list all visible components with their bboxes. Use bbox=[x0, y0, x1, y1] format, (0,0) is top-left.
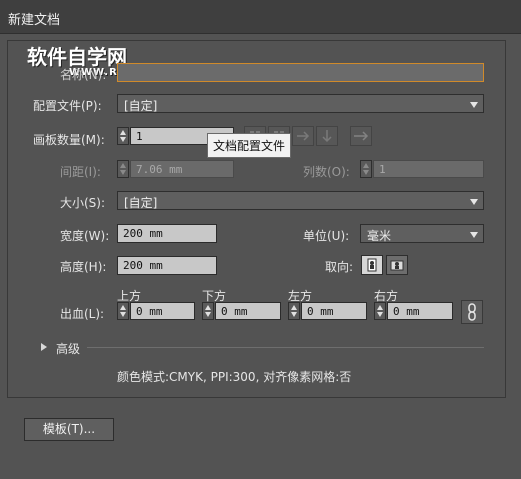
landscape-icon bbox=[390, 260, 404, 271]
units-select-value: 毫米 bbox=[367, 229, 392, 243]
units-select[interactable]: 毫米 bbox=[360, 224, 484, 243]
tooltip: 文档配置文件 bbox=[207, 133, 292, 158]
arrow-up-icon bbox=[120, 305, 126, 310]
width-label: 宽度(W): bbox=[60, 229, 110, 243]
name-label: 名称(N): bbox=[60, 68, 107, 82]
arrow-up-icon bbox=[120, 130, 126, 135]
templates-button[interactable]: 模板(T)... bbox=[24, 418, 114, 441]
columns-stepper[interactable] bbox=[360, 160, 372, 178]
landscape-button[interactable] bbox=[386, 255, 408, 275]
profile-select[interactable]: [自定] bbox=[117, 94, 484, 113]
chevron-down-icon bbox=[470, 199, 478, 205]
layout-direction-button[interactable] bbox=[350, 126, 372, 146]
bleed-bottom-stepper[interactable] bbox=[202, 302, 214, 320]
arrow-down-icon bbox=[205, 312, 211, 317]
arrow-up-icon bbox=[291, 305, 297, 310]
arrow-down-icon bbox=[120, 312, 126, 317]
bleed-left-stepper[interactable] bbox=[288, 302, 300, 320]
profile-select-value: [自定] bbox=[124, 99, 158, 113]
bleed-label: 出血(L): bbox=[60, 307, 105, 321]
artboard-count-label: 画板数量(M): bbox=[33, 133, 105, 147]
arrow-down-icon bbox=[120, 170, 126, 175]
arrow-up-icon bbox=[205, 305, 211, 310]
spacing-input[interactable]: 7.06 mm bbox=[130, 160, 234, 178]
spacing-label: 间距(I): bbox=[60, 165, 101, 179]
units-label: 单位(U): bbox=[303, 229, 350, 243]
advanced-summary: 颜色模式:CMYK, PPI:300, 对齐像素网格:否 bbox=[117, 370, 352, 384]
bleed-right-stepper[interactable] bbox=[374, 302, 386, 320]
name-input[interactable] bbox=[117, 63, 484, 82]
arrow-up-icon bbox=[120, 163, 126, 168]
chain-link-icon bbox=[468, 303, 476, 321]
chevron-down-icon bbox=[470, 102, 478, 108]
arrow-down-icon bbox=[322, 130, 332, 143]
link-bleed-button[interactable] bbox=[461, 300, 483, 324]
chevron-right-icon[interactable] bbox=[40, 342, 48, 352]
divider bbox=[87, 347, 484, 348]
height-label: 高度(H): bbox=[60, 260, 107, 274]
arrow-down-icon bbox=[363, 170, 369, 175]
arrow-right-icon bbox=[297, 131, 310, 141]
advanced-label[interactable]: 高级 bbox=[56, 340, 80, 357]
size-select[interactable]: [自定] bbox=[117, 191, 484, 210]
window-title: 新建文档 bbox=[8, 13, 61, 28]
bleed-top-input[interactable]: 0 mm bbox=[130, 302, 195, 320]
bleed-top-stepper[interactable] bbox=[117, 302, 129, 320]
bleed-left-input[interactable]: 0 mm bbox=[301, 302, 367, 320]
arrow-right-icon bbox=[354, 131, 369, 141]
title-bar: 新建文档 bbox=[0, 0, 521, 34]
width-input[interactable]: 200 mm bbox=[117, 224, 217, 243]
arrow-up-icon bbox=[377, 305, 383, 310]
bleed-right-input[interactable]: 0 mm bbox=[387, 302, 453, 320]
columns-input[interactable]: 1 bbox=[373, 160, 484, 178]
arrange-by-row-button[interactable] bbox=[292, 126, 314, 146]
size-select-value: [自定] bbox=[124, 196, 158, 210]
chevron-down-icon bbox=[470, 232, 478, 238]
height-input[interactable]: 200 mm bbox=[117, 256, 217, 275]
arrow-up-icon bbox=[363, 163, 369, 168]
artboard-count-stepper[interactable] bbox=[117, 127, 129, 145]
columns-label: 列数(O): bbox=[303, 165, 350, 179]
size-label: 大小(S): bbox=[60, 196, 106, 210]
arrow-down-icon bbox=[120, 137, 126, 142]
arrow-down-icon bbox=[377, 312, 383, 317]
profile-label: 配置文件(P): bbox=[33, 99, 102, 113]
spacing-stepper[interactable] bbox=[117, 160, 129, 178]
portrait-icon bbox=[367, 258, 377, 272]
arrow-down-icon bbox=[291, 312, 297, 317]
orientation-label: 取向: bbox=[325, 260, 354, 274]
arrange-by-column-button[interactable] bbox=[316, 126, 338, 146]
portrait-button[interactable] bbox=[361, 255, 383, 275]
bleed-bottom-input[interactable]: 0 mm bbox=[215, 302, 281, 320]
